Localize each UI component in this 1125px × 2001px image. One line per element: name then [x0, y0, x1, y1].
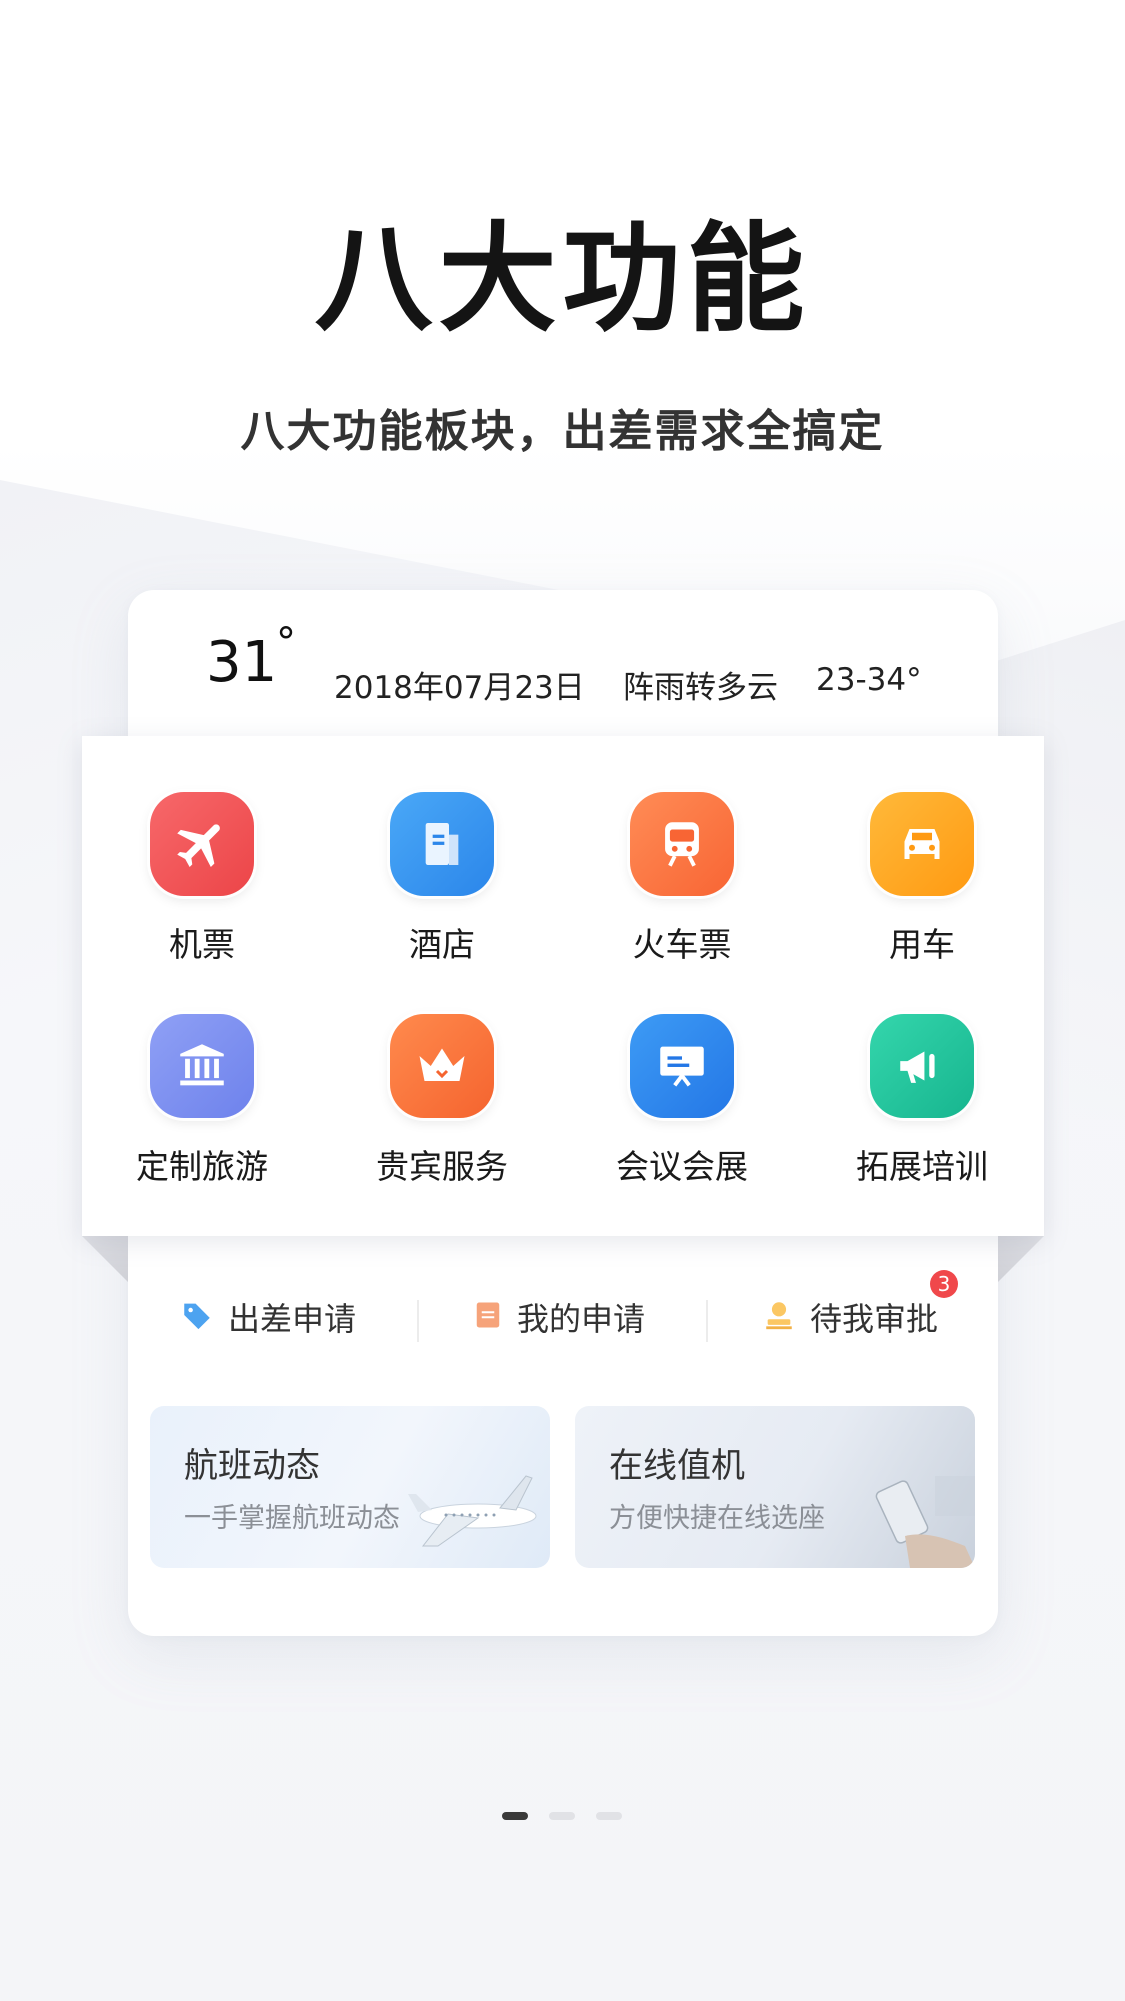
- divider: [706, 1300, 708, 1342]
- feature-label: 定制旅游: [136, 1147, 268, 1186]
- feature-flight[interactable]: 机票: [82, 792, 322, 992]
- pending-approval-label: 待我审批: [810, 1300, 939, 1338]
- page-dot-active[interactable]: [502, 1812, 528, 1820]
- feature-custom-travel[interactable]: 定制旅游: [82, 1014, 322, 1214]
- feature-label: 会议会展: [616, 1147, 748, 1186]
- car-icon: [870, 792, 974, 896]
- divider: [417, 1300, 419, 1342]
- feature-training[interactable]: 拓展培训: [802, 1014, 1042, 1214]
- feature-label: 用车: [889, 925, 955, 964]
- page-subtitle: 八大功能板块，出差需求全搞定: [240, 406, 885, 457]
- weather-condition: 阵雨转多云: [623, 670, 778, 706]
- my-applications-label: 我的申请: [517, 1300, 646, 1338]
- online-checkin-card[interactable]: 在线值机 方便快捷在线选座: [575, 1406, 975, 1568]
- flight-status-subtitle: 一手掌握航班动态: [184, 1503, 400, 1534]
- travel-apply-label: 出差申请: [228, 1300, 357, 1338]
- hotel-icon: [390, 792, 494, 896]
- pending-approval-button[interactable]: 待我审批: [762, 1294, 938, 1340]
- travel-apply-button[interactable]: 出差申请: [180, 1294, 356, 1340]
- feature-conference[interactable]: 会议会展: [562, 1014, 802, 1214]
- feature-car[interactable]: 用车: [802, 792, 1042, 992]
- weather-bar: 31 ° 2018年07月23日 阵雨转多云 23-34°: [128, 590, 998, 740]
- plane-icon: [150, 792, 254, 896]
- airplane-illustration-icon: [408, 1475, 537, 1547]
- megaphone-icon: [870, 1014, 974, 1118]
- flight-status-card[interactable]: 航班动态 一手掌握航班动态: [150, 1406, 550, 1568]
- feature-label: 火车票: [632, 925, 732, 964]
- page-dot[interactable]: [596, 1812, 622, 1820]
- weather-degree-symbol: °: [276, 620, 296, 666]
- notification-badge: 3: [930, 1270, 958, 1298]
- quick-actions-bar: 出差申请 我的申请 待我审批 3: [128, 1270, 998, 1370]
- document-icon: [473, 1299, 503, 1335]
- user-stamp-icon: [762, 1298, 796, 1336]
- feature-label: 贵宾服务: [376, 1147, 508, 1186]
- my-applications-button[interactable]: 我的申请: [473, 1294, 645, 1340]
- weather-temperature-range: 23-34°: [816, 662, 922, 698]
- train-icon: [630, 792, 734, 896]
- feature-vip[interactable]: 贵宾服务: [322, 1014, 562, 1214]
- tag-icon: [180, 1298, 214, 1336]
- presentation-icon: [630, 1014, 734, 1118]
- weather-date: 2018年07月23日: [334, 670, 585, 706]
- feature-train[interactable]: 火车票: [562, 792, 802, 992]
- crown-icon: [390, 1014, 494, 1118]
- feature-label: 酒店: [409, 925, 475, 964]
- museum-icon: [150, 1014, 254, 1118]
- fold-corner-left: [82, 1236, 128, 1282]
- page-dot[interactable]: [549, 1812, 575, 1820]
- online-checkin-subtitle: 方便快捷在线选座: [609, 1503, 825, 1534]
- flight-status-title: 航班动态: [184, 1446, 320, 1486]
- online-checkin-title: 在线值机: [609, 1446, 745, 1486]
- weather-temperature: 31: [206, 630, 278, 695]
- feature-label: 机票: [169, 925, 235, 964]
- page-title: 八大功能: [314, 210, 811, 348]
- fold-corner-right: [998, 1236, 1044, 1282]
- feature-grid: 机票 酒店 火车票 用车 定制旅游 贵宾服务 会议会展 拓展培训: [82, 736, 1044, 1236]
- feature-hotel[interactable]: 酒店: [322, 792, 562, 992]
- feature-label: 拓展培训: [856, 1147, 988, 1186]
- hand-phone-illustration-icon: [875, 1476, 975, 1568]
